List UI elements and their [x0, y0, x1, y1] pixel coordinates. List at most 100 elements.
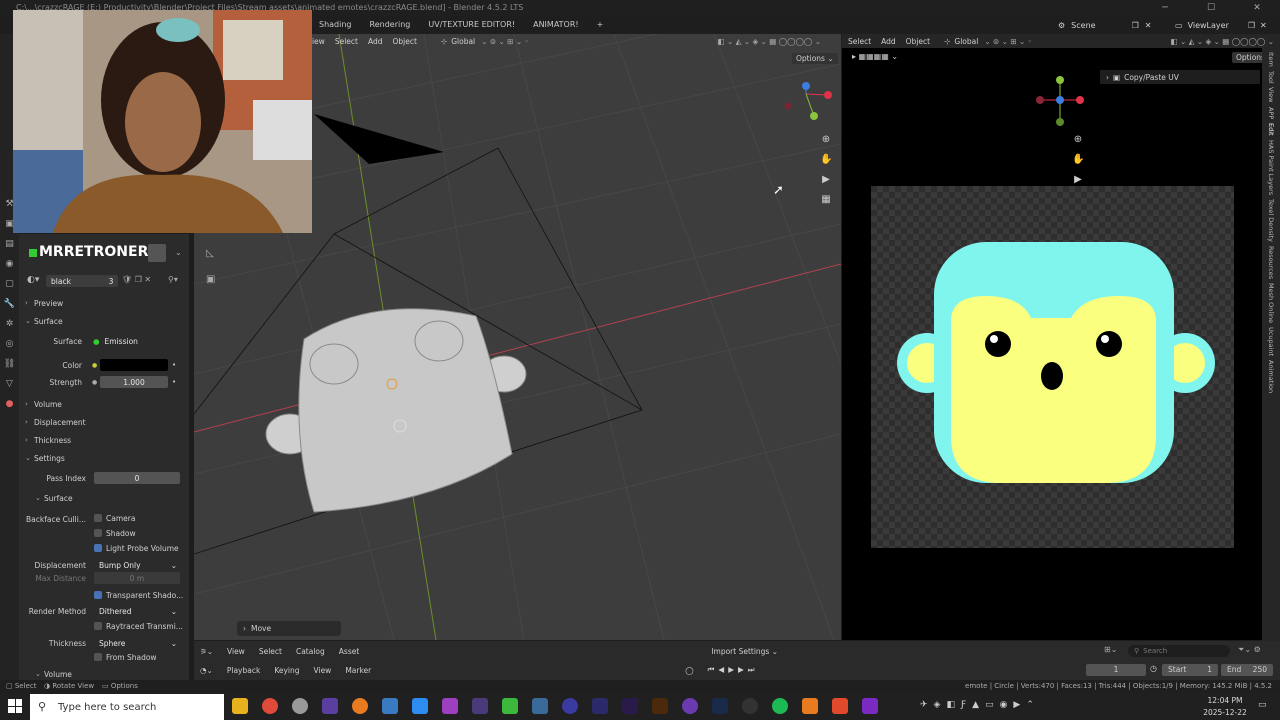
- asset-menu-asset[interactable]: Asset: [339, 647, 360, 656]
- asset-search-input[interactable]: ⚲ Search: [1128, 645, 1230, 657]
- blender-icon[interactable]: [352, 698, 368, 714]
- app-icon[interactable]: [472, 698, 488, 714]
- current-frame-field[interactable]: 1: [1086, 664, 1146, 676]
- uv-snap-icons[interactable]: ⌄ ⊚ ⌄ ⊞ ⌄ ◦: [984, 37, 1032, 46]
- section-thickness[interactable]: › Thickness: [25, 432, 71, 448]
- timeline-menu-playback[interactable]: Playback: [227, 666, 260, 675]
- display-mode-icon[interactable]: ⊞⌄: [1104, 645, 1117, 654]
- copy-paste-uv-panel[interactable]: › ▣ Copy/Paste UV: [1100, 70, 1260, 84]
- section-settings[interactable]: ⌄ Settings: [25, 450, 65, 466]
- clock-icon[interactable]: ◷: [1150, 664, 1157, 673]
- asset-menu-select[interactable]: Select: [259, 647, 282, 656]
- measure-icon[interactable]: ◺: [206, 248, 220, 262]
- minimize-icon[interactable]: ─: [1142, 0, 1188, 16]
- add-workspace-button[interactable]: +: [588, 16, 613, 34]
- tab-texel-density[interactable]: Texel Density: [1267, 199, 1275, 242]
- section-preview[interactable]: › Preview: [25, 295, 63, 311]
- uv-toolbar-icons[interactable]: ▸ ▦▦▦▦ ⌄: [852, 52, 898, 61]
- overlay-icons[interactable]: ◧ ⌄ ◭ ⌄ ◈ ⌄ ▦ ◯◯◯◯ ⌄: [718, 37, 822, 46]
- asset-menu-catalog[interactable]: Catalog: [296, 647, 325, 656]
- taskbar-clock[interactable]: 12:04 PM 2025-12-22: [1200, 694, 1250, 720]
- tab-item[interactable]: Item: [1267, 52, 1275, 67]
- import-settings-dropdown[interactable]: Import Settings ⌄: [711, 647, 778, 656]
- constraints-icon[interactable]: ⛓: [0, 354, 19, 374]
- tab-ucupaint[interactable]: Ucupaint: [1267, 327, 1275, 356]
- orientation-dropdown[interactable]: Global: [451, 37, 475, 46]
- scene-selector[interactable]: ⚙ Scene ❐ ✕: [1058, 16, 1151, 34]
- section-displacement[interactable]: › Displacement: [25, 414, 86, 430]
- section-sub-surface[interactable]: ⌄ Surface: [35, 490, 73, 506]
- start-button[interactable]: [8, 699, 22, 713]
- material-sphere-icon[interactable]: ◐▾: [27, 275, 47, 287]
- modifier-icon[interactable]: 🔧: [0, 294, 19, 314]
- asset-menu-view[interactable]: View: [227, 647, 245, 656]
- material-users-count[interactable]: 3: [104, 275, 118, 287]
- raytraced-transmission-checkbox[interactable]: Raytraced Transmi...: [94, 618, 183, 634]
- last-operator-panel[interactable]: › Move: [237, 621, 341, 636]
- uv-orientation-dropdown[interactable]: Global: [954, 37, 978, 46]
- steam-icon[interactable]: [712, 698, 728, 714]
- maximize-icon[interactable]: ☐: [1188, 0, 1234, 16]
- thickness-dropdown[interactable]: Sphere ⌄: [94, 637, 180, 649]
- start-frame-field[interactable]: Start 1: [1162, 664, 1218, 676]
- app-icon[interactable]: [382, 698, 398, 714]
- system-tray-icons[interactable]: ✈◈◧Ƒ▲▭◉▶⌃: [920, 700, 1040, 710]
- scene-name[interactable]: Scene: [1071, 21, 1095, 30]
- uv-overlay-icons[interactable]: ◧ ⌄ ◭ ⌄ ◈ ⌄ ▦ ◯◯◯◯ ⌄: [1171, 37, 1275, 46]
- app-icon[interactable]: [562, 698, 578, 714]
- camera-checkbox[interactable]: Camera: [94, 510, 135, 526]
- tab-rendering[interactable]: Rendering: [361, 16, 420, 34]
- tab-has-paint-layers[interactable]: HAS Paint Layers: [1267, 140, 1275, 195]
- grid-icon[interactable]: ▦: [820, 190, 832, 210]
- section-volume[interactable]: › Volume: [25, 396, 62, 412]
- tab-animation[interactable]: Animation: [1267, 360, 1275, 393]
- keyframe-dot-icon[interactable]: •: [172, 361, 176, 369]
- app-icon[interactable]: [862, 698, 878, 714]
- after-effects-icon[interactable]: [592, 698, 608, 714]
- tab-tool[interactable]: Tool: [1267, 71, 1275, 84]
- notification-icon[interactable]: ▭: [1258, 700, 1267, 710]
- options-dropdown[interactable]: Options ⌄: [792, 53, 838, 64]
- uv-menu-select[interactable]: Select: [848, 37, 871, 46]
- filter-icon[interactable]: ⏷⌄ ⚙: [1238, 645, 1261, 655]
- menu-object[interactable]: Object: [392, 37, 416, 46]
- tab-edit[interactable]: Edit: [1267, 123, 1275, 136]
- camera-icon[interactable]: ▶: [820, 170, 832, 190]
- tab-uv-editor[interactable]: UV/TEXTURE EDITOR!: [419, 16, 524, 34]
- transparent-shadows-checkbox[interactable]: Transparent Shado...: [94, 587, 183, 603]
- menu-select[interactable]: Select: [335, 37, 358, 46]
- uv-menu-object[interactable]: Object: [906, 37, 930, 46]
- uv-menu-add[interactable]: Add: [881, 37, 896, 46]
- surface-shader-field[interactable]: ● Emission: [88, 335, 180, 347]
- navigation-gizmo[interactable]: [784, 80, 836, 126]
- data-icon[interactable]: ▽: [0, 374, 19, 394]
- app-icon[interactable]: [412, 698, 428, 714]
- render-method-dropdown[interactable]: Dithered ⌄: [94, 605, 180, 617]
- timeline-menu-view[interactable]: View: [314, 666, 332, 675]
- copy-icon[interactable]: ❐: [1132, 21, 1139, 30]
- hand-icon[interactable]: ✋: [820, 150, 832, 170]
- chevron-down-icon[interactable]: ⌄: [175, 248, 182, 257]
- view-layer-selector[interactable]: ▭ ViewLayer ❐ ✕: [1175, 16, 1267, 34]
- premiere-icon[interactable]: [622, 698, 638, 714]
- uv-navigation-gizmo[interactable]: [1034, 74, 1086, 128]
- close-icon[interactable]: ✕: [1260, 21, 1267, 30]
- taskbar-search-input[interactable]: Type here to search: [30, 694, 224, 720]
- output-icon[interactable]: ▤: [0, 234, 19, 254]
- world-icon[interactable]: ◉: [0, 254, 19, 274]
- hand-icon[interactable]: ✋: [1072, 150, 1084, 170]
- color-swatch[interactable]: [100, 359, 168, 371]
- record-icon[interactable]: ◯: [685, 666, 693, 675]
- app-icon[interactable]: [442, 698, 458, 714]
- tab-animator[interactable]: ANIMATOR!: [524, 16, 588, 34]
- close-icon[interactable]: ✕: [1145, 21, 1152, 30]
- app-icon[interactable]: [802, 698, 818, 714]
- spotify-icon[interactable]: [772, 698, 788, 714]
- object-icon[interactable]: ▢: [0, 274, 19, 294]
- keyframe-dot-icon[interactable]: •: [172, 378, 176, 386]
- section-surface[interactable]: ⌄ Surface: [25, 313, 63, 329]
- tab-app[interactable]: APP: [1267, 107, 1275, 119]
- zoom-icon[interactable]: ⊕: [1072, 130, 1084, 150]
- displacement-dropdown[interactable]: Bump Only ⌄: [94, 559, 180, 571]
- chrome-icon[interactable]: [262, 698, 278, 714]
